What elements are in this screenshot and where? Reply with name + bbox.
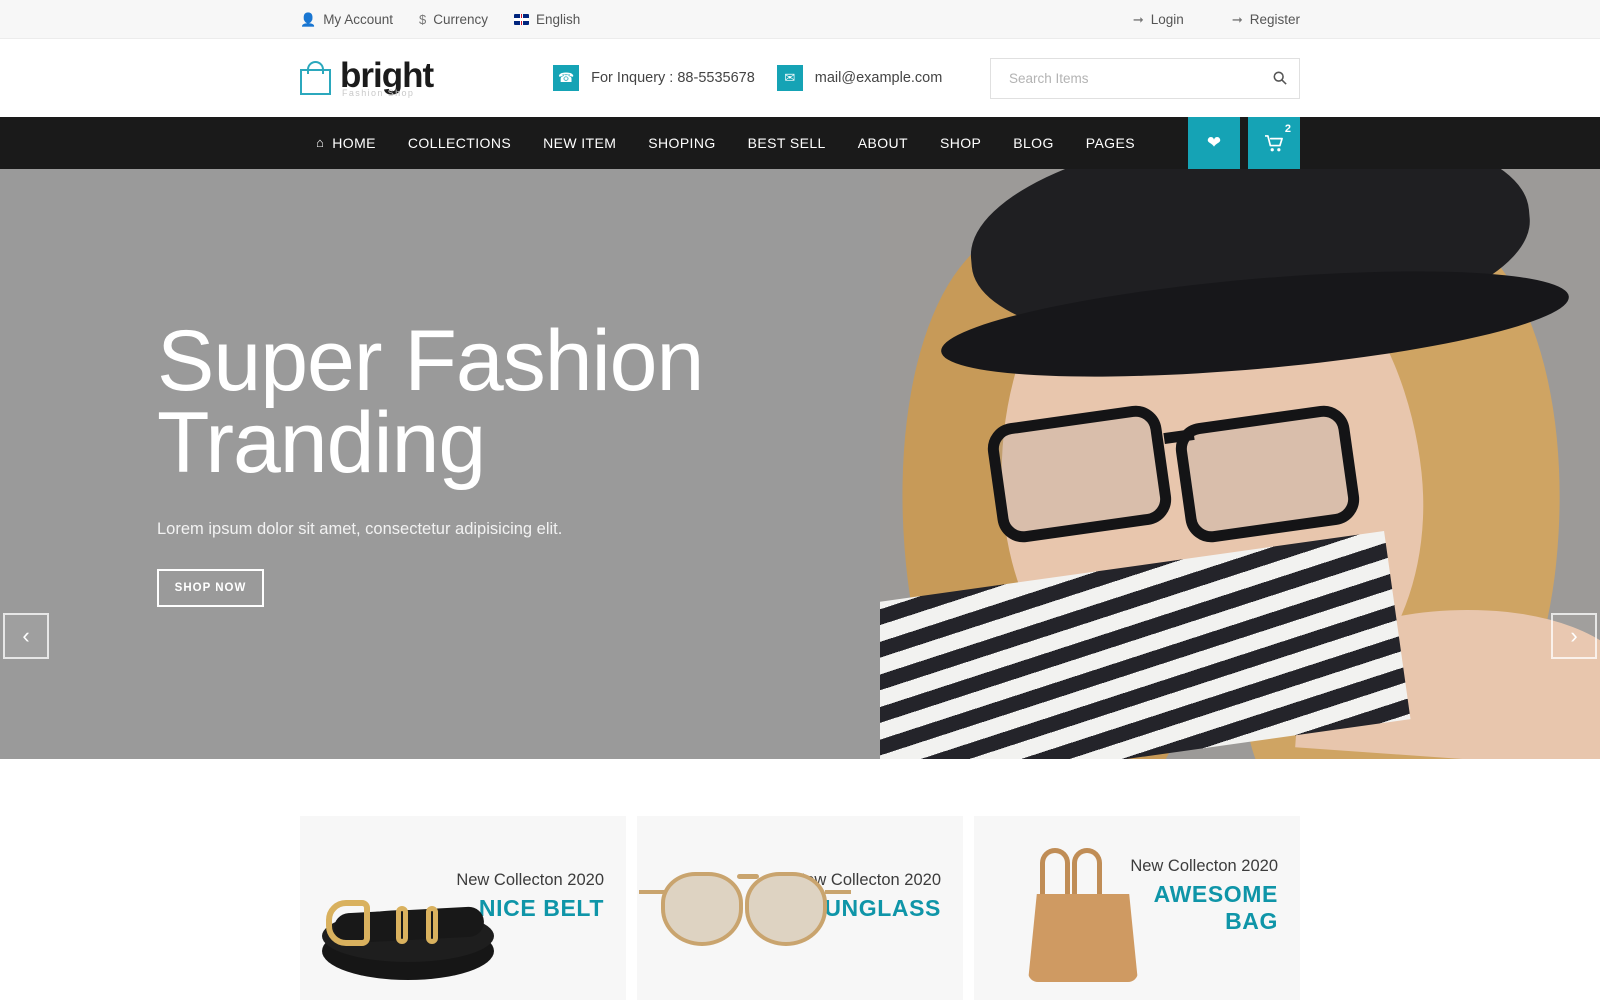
language-label: English	[535, 11, 581, 27]
login-icon: ➞	[1132, 11, 1144, 27]
cart-icon	[1264, 134, 1283, 151]
nav-actions: ❤ 2	[1188, 117, 1300, 169]
nav-item-new-item[interactable]: NEW ITEM	[527, 117, 632, 169]
promo-title: SUNGLASS	[808, 894, 941, 921]
search-area	[990, 57, 1300, 99]
logo[interactable]: bright Fashion Shop	[300, 58, 434, 98]
nav-label-shop: SHOP	[939, 135, 982, 151]
email-contact[interactable]: ✉ mail@example.com	[776, 65, 943, 91]
search-input[interactable]	[990, 57, 1300, 99]
site-header: bright Fashion Shop ☎ For Inquery : 88-5…	[0, 39, 1600, 117]
nav-item-pages[interactable]: PAGES	[1070, 117, 1151, 169]
promo-title: NICE BELT	[478, 894, 604, 921]
hero-slider: Super Fashion Tranding Lorem ipsum dolor…	[0, 169, 1600, 759]
nav-label-about: ABOUT	[857, 135, 908, 151]
promo-subtitle: New Collecton 2020	[1130, 857, 1278, 875]
login-link[interactable]: ➞ Login	[1133, 12, 1184, 27]
promo-card-sunglass[interactable]: New Collecton 2020 SUNGLASS	[637, 816, 963, 1000]
promo-card-bag[interactable]: New Collecton 2020 AWESOME BAG	[974, 816, 1300, 1000]
bag-image	[974, 816, 1127, 1000]
promo-section: New Collecton 2020 NICE BELT New Collect…	[0, 759, 1600, 1000]
chevron-right-icon: ›	[1570, 623, 1578, 648]
promo-card-belt[interactable]: New Collecton 2020 NICE BELT	[300, 816, 626, 1000]
login-label: Login	[1150, 11, 1184, 27]
user-icon: 👤	[300, 11, 317, 27]
nav-item-blog[interactable]: BLOG	[997, 117, 1070, 169]
home-icon: ⌂	[316, 135, 325, 150]
currency-selector[interactable]: $ Currency	[419, 12, 488, 27]
envelope-icon: ✉	[776, 65, 803, 91]
register-link[interactable]: ➞ Register	[1232, 12, 1300, 27]
heart-icon: ❤	[1206, 133, 1222, 152]
top-bar: 👤 My Account $ Currency English ➞ Login …	[0, 0, 1600, 39]
nav-item-about[interactable]: ABOUT	[842, 117, 924, 169]
cart-badge: 2	[1284, 123, 1291, 135]
slider-prev-button[interactable]: ‹	[3, 613, 49, 659]
search-icon	[1273, 71, 1287, 85]
currency-label: Currency	[433, 11, 488, 27]
email-label: mail@example.com	[814, 70, 943, 86]
nav-item-collections[interactable]: COLLECTIONS	[392, 117, 527, 169]
nav-label-new-item: NEW ITEM	[543, 135, 617, 151]
logo-text: bright Fashion Shop	[340, 58, 434, 98]
chevron-left-icon: ‹	[22, 623, 30, 648]
promo-title: AWESOME BAG	[1153, 881, 1278, 934]
nav-label-shoping: SHOPING	[648, 135, 716, 151]
dollar-icon: $	[418, 11, 427, 27]
my-account-link[interactable]: 👤 My Account	[300, 12, 393, 27]
logo-tagline: Fashion Shop	[342, 88, 415, 98]
shop-now-button[interactable]: SHOP NOW	[157, 569, 264, 608]
nav-label-blog: BLOG	[1013, 135, 1054, 151]
wishlist-button[interactable]: ❤	[1188, 117, 1240, 169]
slider-next-button[interactable]: ›	[1551, 613, 1597, 659]
main-navigation: ⌂ HOME COLLECTIONS NEW ITEM SHOPING BEST…	[0, 117, 1600, 169]
nav-item-shop[interactable]: SHOP	[924, 117, 997, 169]
hero-content: Super Fashion Tranding Lorem ipsum dolor…	[157, 169, 757, 759]
top-bar-right-links: ➞ Login ➞ Register	[1133, 12, 1300, 27]
hero-subtitle: Lorem ipsum dolor sit amet, consectetur …	[157, 520, 563, 539]
nav-label-collections: COLLECTIONS	[407, 135, 512, 151]
nav-item-home[interactable]: ⌂ HOME	[300, 117, 392, 169]
search-button[interactable]	[1260, 58, 1300, 99]
hero-image	[880, 169, 1600, 759]
top-bar-left-links: 👤 My Account $ Currency English	[300, 12, 580, 27]
promo-text-bag: New Collecton 2020 AWESOME BAG	[1127, 857, 1300, 935]
nav-list: ⌂ HOME COLLECTIONS NEW ITEM SHOPING BEST…	[300, 117, 1151, 169]
phone-icon: ☎	[553, 65, 580, 91]
hero-title: Super Fashion Tranding	[157, 312, 704, 491]
shopping-bag-icon	[300, 61, 331, 95]
register-label: Register	[1249, 11, 1300, 27]
nav-label-home: HOME	[332, 135, 376, 151]
nav-label-best-sell: BEST SELL	[747, 135, 826, 151]
cart-button[interactable]: 2	[1248, 117, 1300, 169]
phone-contact[interactable]: ☎ For Inquery : 88-5535678	[553, 65, 755, 91]
promo-subtitle: New Collecton 2020	[456, 870, 604, 889]
uk-flag-icon	[513, 13, 529, 25]
register-icon: ➞	[1231, 11, 1243, 27]
contact-info: ☎ For Inquery : 88-5535678 ✉ mail@exampl…	[553, 65, 942, 91]
my-account-label: My Account	[323, 11, 393, 27]
belt-image	[300, 816, 494, 1000]
promo-row: New Collecton 2020 NICE BELT New Collect…	[0, 816, 1600, 1000]
language-selector[interactable]: English	[513, 11, 581, 27]
nav-label-pages: PAGES	[1085, 135, 1135, 151]
sunglass-image	[637, 816, 851, 1000]
nav-item-shoping[interactable]: SHOPING	[632, 117, 731, 169]
phone-label: For Inquery : 88-5535678	[591, 70, 755, 86]
nav-item-best-sell[interactable]: BEST SELL	[732, 117, 842, 169]
